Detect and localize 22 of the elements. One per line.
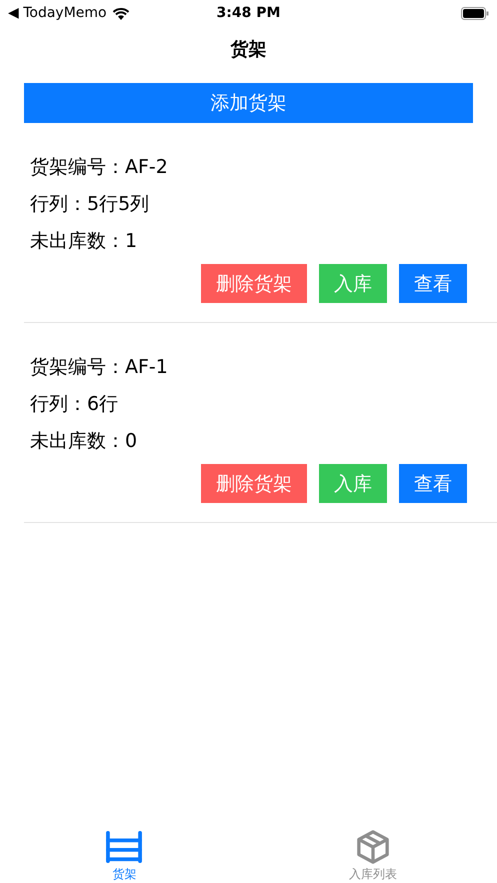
shelf-info-text: 货架编号：AF-2 xyxy=(30,155,169,180)
view-button[interactable]: 查看 xyxy=(399,264,467,303)
shelf-info-text: 未出库数：0 xyxy=(30,429,138,454)
status-time: 3:48 PM xyxy=(216,5,280,21)
add-shelf-button[interactable]: 添加货架 xyxy=(24,83,473,123)
tab-item[interactable]: 货架 xyxy=(0,823,248,883)
view-button[interactable]: 查看 xyxy=(399,464,467,503)
wifi-icon xyxy=(112,6,130,20)
shelf-info-text: 未出库数：1 xyxy=(30,229,138,254)
box-icon xyxy=(356,830,390,864)
shelf-icon xyxy=(104,830,144,864)
back-app-link[interactable]: ◀ TodayMemo xyxy=(8,5,107,21)
stock-button[interactable]: 入库 xyxy=(319,264,387,303)
tab-item[interactable]: 入库列表 xyxy=(248,823,497,883)
delete-button[interactable]: 删除货架 xyxy=(201,464,307,503)
battery-icon xyxy=(461,6,489,20)
page-title: 货架 xyxy=(230,38,266,61)
shelf-info-text: 行列：6行 xyxy=(30,392,120,417)
delete-button[interactable]: 删除货架 xyxy=(201,264,307,303)
shelf-info-text: 货架编号：AF-1 xyxy=(30,355,169,380)
shelf-info-text: 行列：5行5列 xyxy=(30,192,150,217)
stock-button[interactable]: 入库 xyxy=(319,464,387,503)
